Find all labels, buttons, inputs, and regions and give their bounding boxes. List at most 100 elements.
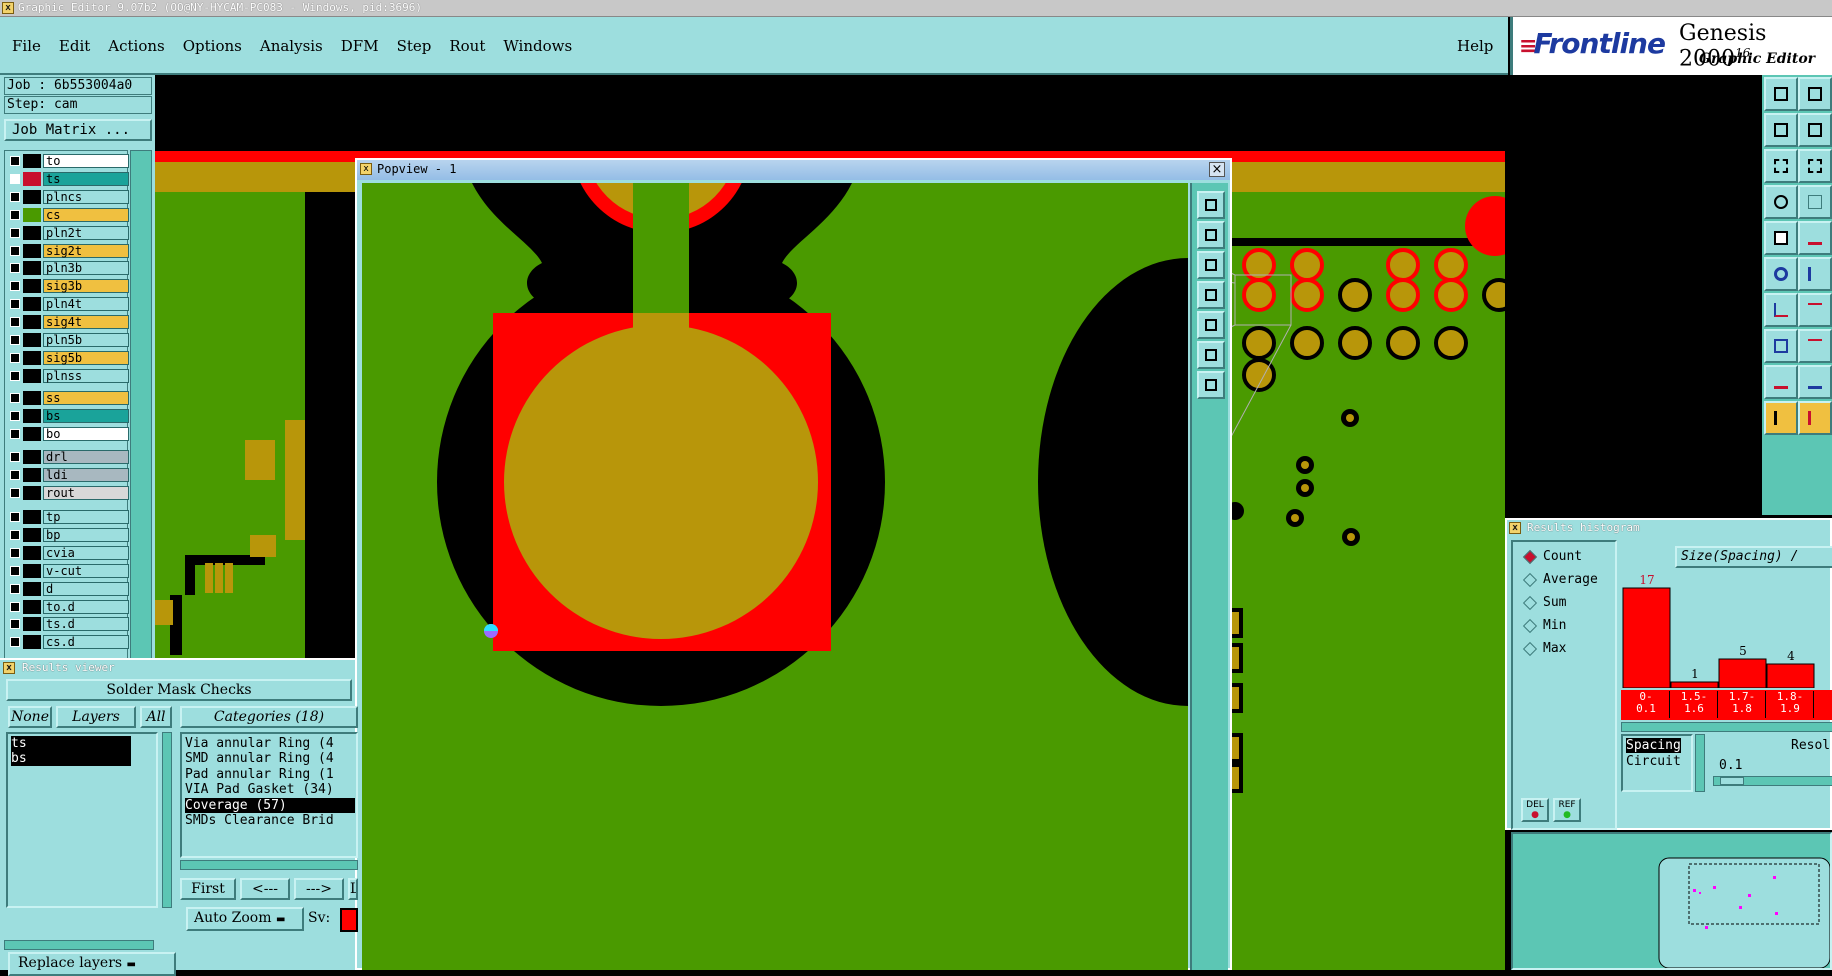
menu-dfm[interactable]: DFM bbox=[341, 37, 379, 55]
last-button[interactable]: La bbox=[348, 878, 358, 900]
overview-map[interactable] bbox=[1511, 832, 1832, 970]
none-button[interactable]: None bbox=[8, 706, 52, 728]
layer-row-bs[interactable]: bs bbox=[7, 409, 129, 423]
layer-checkbox[interactable] bbox=[10, 488, 20, 498]
layer-checkbox[interactable] bbox=[10, 299, 20, 309]
layer-name[interactable]: pln4t bbox=[43, 297, 129, 311]
layer-name[interactable]: pln3b bbox=[43, 261, 129, 275]
results-viewer-title-bar[interactable]: x Results viewer bbox=[0, 660, 355, 676]
layer-row-bp[interactable]: bp bbox=[7, 528, 129, 542]
popview-canvas[interactable] bbox=[362, 183, 1188, 970]
slash-icon[interactable] bbox=[1798, 293, 1832, 327]
category-item[interactable]: SMDs Clearance Brid bbox=[185, 813, 355, 828]
auto-zoom-option[interactable]: Auto Zoom ▬ bbox=[186, 907, 304, 931]
zoom-out-icon[interactable] bbox=[1197, 371, 1225, 399]
zoom-home-icon[interactable] bbox=[1798, 149, 1832, 183]
layer-result-scrollbar[interactable] bbox=[162, 732, 172, 908]
stat-option-sum[interactable]: Sum bbox=[1522, 594, 1566, 612]
layer-checkbox[interactable] bbox=[10, 411, 20, 421]
layer-row-drl[interactable]: drl bbox=[7, 450, 129, 464]
replace-layers-option[interactable]: Replace layers ▬ bbox=[8, 952, 176, 976]
layer-row-sig2t[interactable]: sig2t bbox=[7, 244, 129, 258]
menu-actions[interactable]: Actions bbox=[108, 37, 164, 55]
selected-layer-item[interactable]: ts bbox=[11, 736, 131, 751]
next-button[interactable]: ---> bbox=[294, 878, 344, 900]
layer-checkbox[interactable] bbox=[10, 210, 20, 220]
layer-checkbox[interactable] bbox=[10, 228, 20, 238]
menu-windows[interactable]: Windows bbox=[503, 37, 572, 55]
pointer-icon[interactable] bbox=[1764, 401, 1798, 435]
layer-name[interactable]: rout bbox=[43, 486, 129, 500]
layer-checkbox[interactable] bbox=[10, 174, 20, 184]
layer-checkbox[interactable] bbox=[10, 393, 20, 403]
ref-button[interactable]: REF ● bbox=[1553, 798, 1581, 822]
layer-checkbox[interactable] bbox=[10, 353, 20, 363]
zoom-in-icon[interactable] bbox=[1197, 341, 1225, 369]
layer-name[interactable]: ss bbox=[43, 391, 129, 405]
prev-button[interactable]: <--- bbox=[240, 878, 290, 900]
layer-name[interactable]: ts.d bbox=[43, 617, 129, 631]
menu-options[interactable]: Options bbox=[183, 37, 242, 55]
pan-right-icon[interactable] bbox=[1197, 311, 1225, 339]
layer-name[interactable]: sig3b bbox=[43, 279, 129, 293]
measure-icon[interactable] bbox=[1798, 329, 1832, 363]
shapes-icon[interactable] bbox=[1764, 329, 1798, 363]
stat-option-count[interactable]: Count bbox=[1522, 548, 1582, 566]
layer-row-cs[interactable]: cs bbox=[7, 208, 129, 222]
size-spacing-button[interactable]: Size(Spacing) / bbox=[1675, 546, 1832, 568]
stat-option-average[interactable]: Average bbox=[1522, 571, 1598, 589]
cross-icon[interactable] bbox=[1798, 257, 1832, 291]
layer-row-d[interactable]: d bbox=[7, 582, 129, 596]
triangle-alt-icon[interactable] bbox=[1798, 365, 1832, 399]
layer-name[interactable]: d bbox=[43, 582, 129, 596]
layer-checkbox[interactable] bbox=[10, 548, 20, 558]
grid-icon[interactable] bbox=[1798, 185, 1832, 219]
category-item[interactable]: SMD annular Ring (4 bbox=[185, 751, 355, 766]
category-item[interactable]: Pad annular Ring (1 bbox=[185, 767, 355, 782]
layer-name[interactable]: plnss bbox=[43, 369, 129, 383]
zoom-window-icon[interactable] bbox=[1764, 149, 1798, 183]
layer-row-sig3b[interactable]: sig3b bbox=[7, 279, 129, 293]
layer-checkbox[interactable] bbox=[10, 530, 20, 540]
draw-line-icon[interactable] bbox=[1798, 221, 1832, 255]
layer-row-ldi[interactable]: ldi bbox=[7, 468, 129, 482]
layer-row-sig5b[interactable]: sig5b bbox=[7, 351, 129, 365]
type-item[interactable]: Spacing bbox=[1626, 738, 1681, 753]
layer-name[interactable]: tp bbox=[43, 510, 129, 524]
layer-name[interactable]: plncs bbox=[43, 190, 129, 204]
layer-name[interactable]: pln5b bbox=[43, 333, 129, 347]
category-item[interactable]: VIA Pad Gasket (34) bbox=[185, 782, 355, 797]
selected-layer-item[interactable]: bs bbox=[11, 751, 131, 766]
pan-up-icon[interactable] bbox=[1197, 221, 1225, 249]
pan-left-icon[interactable] bbox=[1197, 281, 1225, 309]
layer-checkbox[interactable] bbox=[10, 602, 20, 612]
layer-row-cs.d[interactable]: cs.d bbox=[7, 635, 129, 649]
layer-name[interactable]: bo bbox=[43, 427, 129, 441]
layers-button[interactable]: Layers bbox=[56, 706, 136, 728]
category-item[interactable]: Via annular Ring (4 bbox=[185, 736, 355, 751]
layer-row-ts.d[interactable]: ts.d bbox=[7, 617, 129, 631]
layer-checkbox[interactable] bbox=[10, 281, 20, 291]
layer-row-sig4t[interactable]: sig4t bbox=[7, 315, 129, 329]
pan-down-icon[interactable] bbox=[1197, 251, 1225, 279]
layer-checkbox[interactable] bbox=[10, 371, 20, 381]
type-list-scrollbar[interactable] bbox=[1695, 734, 1705, 792]
histogram-bar[interactable] bbox=[1670, 681, 1719, 689]
layer-name[interactable]: ldi bbox=[43, 468, 129, 482]
layer-name[interactable]: sig4t bbox=[43, 315, 129, 329]
layer-checkbox[interactable] bbox=[10, 512, 20, 522]
all-button[interactable]: All bbox=[140, 706, 172, 728]
check-name-button[interactable]: Solder Mask Checks bbox=[6, 679, 352, 701]
help-menu[interactable]: Help bbox=[1457, 37, 1493, 55]
categories-button[interactable]: Categories (18) bbox=[180, 706, 358, 728]
pan-right-tool-icon[interactable] bbox=[1798, 113, 1832, 147]
menu-file[interactable]: File bbox=[12, 37, 41, 55]
sv-color-swatch[interactable] bbox=[340, 908, 358, 932]
menu-analysis[interactable]: Analysis bbox=[260, 37, 323, 55]
snap-icon[interactable] bbox=[1764, 185, 1798, 219]
layer-row-plnss[interactable]: plnss bbox=[7, 369, 129, 383]
layer-name[interactable]: bs bbox=[43, 409, 129, 423]
layer-row-tp[interactable]: tp bbox=[7, 510, 129, 524]
layer-checkbox[interactable] bbox=[10, 452, 20, 462]
layer-row-cvia[interactable]: cvia bbox=[7, 546, 129, 560]
